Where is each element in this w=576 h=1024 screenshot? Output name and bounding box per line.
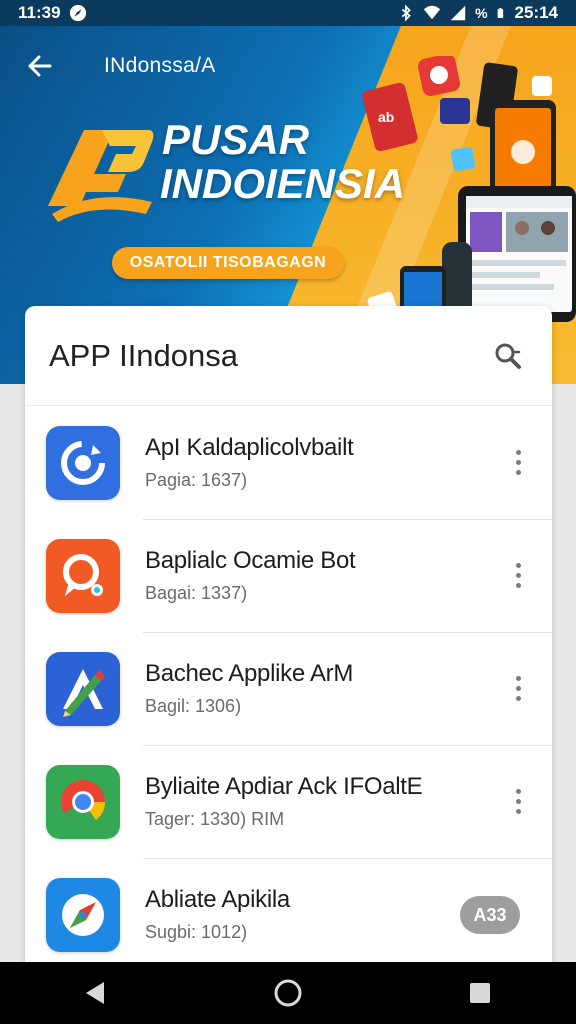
app-text: Abliate Apikila Sugbi: 1012) (145, 886, 460, 943)
dot-icon (515, 563, 521, 568)
more-options-button[interactable] (500, 667, 536, 711)
app-badge[interactable]: A33 (460, 895, 520, 934)
battery-icon (497, 8, 503, 18)
hero-tagline: OSATOLII TISOBAGAGN (112, 247, 344, 279)
dot-icon (515, 460, 521, 465)
list-item[interactable]: Baplialc Ocamie Bot Bagai: 1337) (25, 519, 552, 632)
list-item[interactable]: ApI Kaldaplicolvbailt Pagia: 1637) (25, 406, 552, 519)
search-button[interactable] (490, 338, 526, 374)
dot-icon (515, 583, 521, 588)
app-text: Baplialc Ocamie Bot Bagai: 1337) (145, 547, 500, 604)
dot-icon (515, 809, 521, 814)
nav-back-button[interactable] (68, 965, 124, 1021)
top-app-bar: INdonssa/A (0, 26, 576, 106)
dot-icon (515, 450, 521, 455)
nav-recents-button[interactable] (452, 965, 508, 1021)
signal-icon (450, 5, 466, 21)
app-list: ApI Kaldaplicolvbailt Pagia: 1637) Bapli… (25, 406, 552, 971)
search-icon (495, 343, 521, 369)
back-button[interactable] (18, 44, 62, 88)
wifi-icon (423, 5, 441, 20)
chrome-app-icon (46, 764, 120, 839)
more-options-button[interactable] (500, 554, 536, 598)
app-name: ApI Kaldaplicolvbailt (145, 434, 354, 461)
card-header: APP IIndonsa (25, 306, 552, 406)
chat-bubble-app-icon (46, 538, 120, 613)
list-item[interactable]: Byliaite Apdiar Ack IFOaltE Tager: 1330)… (25, 745, 552, 858)
app-name: Bachec Applike ArM (145, 660, 354, 687)
bluetooth-icon (401, 4, 411, 22)
dot-icon (515, 799, 521, 804)
battery-percent: % (475, 5, 488, 21)
square-recents-icon (470, 983, 490, 1003)
app-name: Baplialc Ocamie Bot (145, 547, 356, 574)
app-meta: Bagil: 1306) (145, 696, 242, 716)
app-name: Byliaite Apdiar Ack IFOaltE (145, 773, 423, 800)
top-bar-title: INdonssa/A (104, 54, 216, 77)
system-nav-bar (0, 962, 576, 1024)
circle-home-icon (274, 979, 302, 1007)
app-text: ApI Kaldaplicolvbailt Pagia: 1637) (145, 434, 500, 491)
refresh-app-icon (46, 425, 120, 500)
compass-app-icon (46, 877, 120, 952)
dot-icon (515, 573, 521, 578)
card-title: APP IIndonsa (49, 337, 239, 373)
svg-text:ab: ab (378, 109, 394, 125)
status-bar: 11:39 % 25:14 (0, 0, 576, 26)
app-text: Byliaite Apdiar Ack IFOaltE Tager: 1330)… (145, 773, 500, 830)
more-options-button[interactable] (500, 780, 536, 824)
list-item[interactable]: Bachec Applike ArM Bagil: 1306) (25, 632, 552, 745)
list-item[interactable]: Abliate Apikila Sugbi: 1012) A33 (25, 858, 552, 971)
more-options-button[interactable] (500, 441, 536, 485)
dot-icon (515, 789, 521, 794)
app-meta: Pagia: 1637) (145, 470, 248, 490)
dot-icon (515, 686, 521, 691)
dot-icon (515, 470, 521, 475)
nav-home-button[interactable] (260, 965, 316, 1021)
status-time-left: 11:39 (18, 3, 61, 22)
app-text: Bachec Applike ArM Bagil: 1306) (145, 660, 500, 717)
dot-icon (515, 676, 521, 681)
app-meta: Tager: 1330) RIM (145, 809, 285, 829)
app-name: Abliate Apikila (145, 886, 290, 913)
triangle-back-icon (86, 982, 104, 1004)
pencil-app-icon (46, 651, 120, 726)
app-list-card: APP IIndonsa ApI Kaldaplicolvbailt Pagia… (25, 306, 552, 986)
status-time-right: 25:14 (514, 3, 558, 22)
app-meta: Sugbi: 1012) (145, 922, 248, 942)
app-meta: Bagai: 1337) (145, 583, 248, 603)
arrow-left-icon (28, 55, 52, 77)
brand-logo-icon (48, 130, 154, 222)
compass-icon (69, 4, 86, 22)
dot-icon (515, 696, 521, 701)
